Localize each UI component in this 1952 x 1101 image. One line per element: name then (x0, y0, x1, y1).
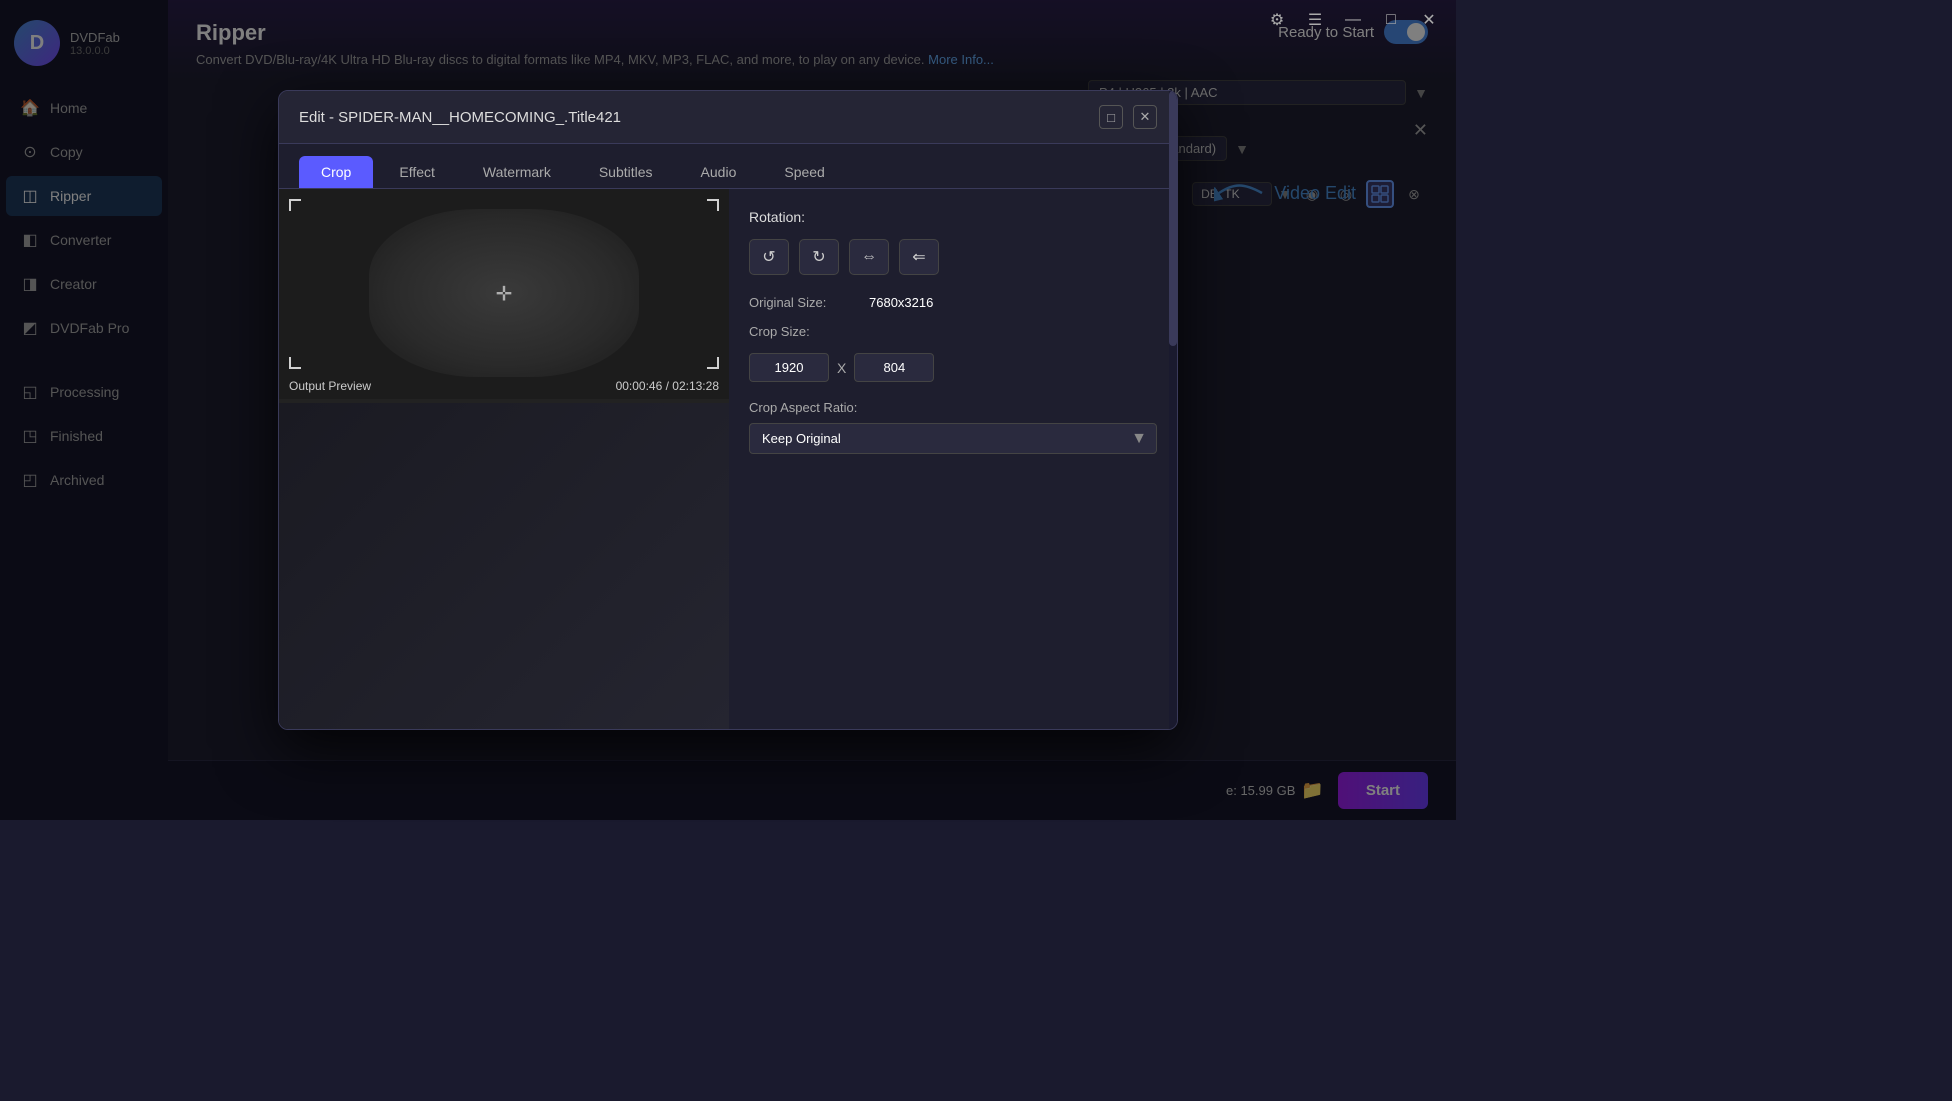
video-frame-bottom (279, 403, 729, 729)
rotate-ccw-button[interactable]: ↺ (749, 239, 789, 275)
tab-subtitles[interactable]: Subtitles (577, 156, 675, 188)
tab-effect[interactable]: Effect (377, 156, 457, 188)
aspect-ratio-label: Crop Aspect Ratio: (749, 400, 1157, 415)
flip-vertical-button[interactable]: ⇐ (899, 239, 939, 275)
x-separator: X (837, 360, 846, 376)
tab-audio[interactable]: Audio (679, 156, 759, 188)
tab-watermark[interactable]: Watermark (461, 156, 573, 188)
close-button[interactable]: ✕ (1414, 5, 1444, 35)
crop-size-inputs: X (749, 353, 1157, 382)
title-bar: ⚙ ☰ — □ ✕ (1256, 0, 1456, 40)
minimize-button[interactable]: — (1338, 5, 1368, 35)
tab-crop[interactable]: Crop (299, 156, 373, 188)
dialog-controls: □ ✕ (1099, 105, 1157, 129)
crop-corner-tr (707, 199, 719, 211)
output-preview-label: Output Preview (289, 379, 371, 393)
flip-horizontal-button[interactable]: ⇔ (849, 239, 889, 275)
aspect-ratio-select[interactable]: Keep Original (749, 423, 1157, 454)
aspect-select-wrapper: Keep Original ▼ (749, 423, 1157, 454)
rotate-cw-button[interactable]: ↻ (799, 239, 839, 275)
dialog-title: Edit - SPIDER-MAN__HOMECOMING_.Title421 (299, 109, 621, 126)
crop-height-input[interactable] (854, 353, 934, 382)
crop-controls: Rotation: ↺ ↻ ⇔ ⇐ Original Size: 7680x32… (729, 189, 1177, 729)
rotation-label: Rotation: (749, 209, 1157, 225)
preview-bottom (279, 403, 729, 729)
dialog-close-button[interactable]: ✕ (1133, 105, 1157, 129)
original-size-row: Original Size: 7680x3216 (749, 295, 1157, 310)
crop-corner-br (707, 357, 719, 369)
crop-corner-tl (289, 199, 301, 211)
dialog-body: ✛ Output Preview 00:00:46 / 02:13:28 Rot… (279, 189, 1177, 729)
crop-size-label: Crop Size: (749, 324, 859, 339)
preview-timecode: 00:00:46 / 02:13:28 (616, 379, 719, 393)
dialog-header: Edit - SPIDER-MAN__HOMECOMING_.Title421 … (279, 91, 1177, 144)
crop-size-label-row: Crop Size: (749, 324, 1157, 339)
menu-button[interactable]: ☰ (1300, 5, 1330, 35)
dialog-tabs: Crop Effect Watermark Subtitles Audio Sp… (279, 144, 1177, 189)
rotation-row: ↺ ↻ ⇔ ⇐ (749, 239, 1157, 275)
video-preview-top: ✛ (279, 189, 729, 399)
crop-width-input[interactable] (749, 353, 829, 382)
edit-dialog: Edit - SPIDER-MAN__HOMECOMING_.Title421 … (278, 90, 1178, 730)
original-size-label: Original Size: (749, 295, 859, 310)
crop-corner-bl (289, 357, 301, 369)
original-size-value: 7680x3216 (869, 295, 933, 310)
scrollbar-thumb[interactable] (1169, 189, 1177, 346)
dialog-maximize-button[interactable]: □ (1099, 105, 1123, 129)
maximize-button[interactable]: □ (1376, 5, 1406, 35)
preview-area: ✛ Output Preview 00:00:46 / 02:13:28 (279, 189, 729, 729)
preview-top: ✛ Output Preview 00:00:46 / 02:13:28 (279, 189, 729, 399)
settings-button[interactable]: ⚙ (1262, 5, 1292, 35)
scrollbar-track[interactable] (1169, 189, 1177, 729)
crop-center-cross: ✛ (496, 282, 513, 307)
dialog-footer: Default Apply to All (279, 729, 1177, 730)
tab-speed[interactable]: Speed (762, 156, 846, 188)
aspect-ratio-section: Crop Aspect Ratio: Keep Original ▼ (749, 400, 1157, 454)
